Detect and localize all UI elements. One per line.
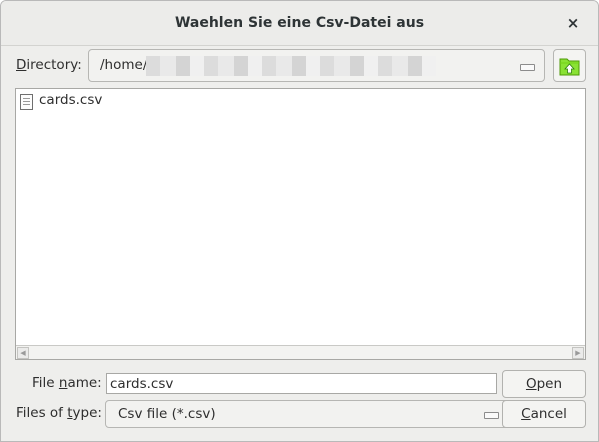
scroll-left-icon[interactable]: ◀ — [17, 347, 29, 359]
combo-handle-icon — [520, 64, 535, 71]
directory-label-text: irectory: — [26, 57, 82, 73]
dialog-title: Waehlen Sie eine Csv-Datei aus — [174, 15, 425, 31]
combo-handle-icon — [484, 412, 499, 419]
files-of-type-label: Files of type: — [16, 405, 102, 421]
open-button-label: pen — [536, 376, 563, 392]
file-name-label-post: ame: — [67, 375, 102, 391]
files-of-type-label-post: ype: — [72, 405, 102, 421]
cancel-button-label: ancel — [530, 406, 567, 422]
title-bar: Waehlen Sie eine Csv-Datei aus × — [1, 1, 598, 46]
files-of-type-combo[interactable]: Csv file (*.csv) — [105, 400, 509, 428]
file-name-input[interactable] — [106, 373, 497, 394]
open-button-mnemonic: O — [525, 376, 537, 392]
folder-up-button[interactable] — [553, 49, 586, 82]
horizontal-scrollbar[interactable]: ◀ ▶ — [16, 345, 585, 359]
redacted-path-blur — [146, 56, 436, 76]
file-chooser-dialog: Waehlen Sie eine Csv-Datei aus × Directo… — [0, 0, 599, 442]
directory-label: Directory: — [16, 57, 82, 73]
close-button[interactable]: × — [562, 12, 584, 34]
document-icon — [20, 94, 33, 110]
file-list[interactable]: cards.csv ◀ ▶ — [15, 88, 586, 360]
open-button[interactable]: Open — [502, 370, 586, 398]
scroll-right-icon[interactable]: ▶ — [572, 347, 584, 359]
files-of-type-value: Csv file (*.csv) — [118, 406, 216, 422]
cancel-button-mnemonic: C — [521, 406, 531, 422]
directory-path: /home/ — [100, 57, 148, 73]
files-of-type-label-pre: Files of — [16, 405, 68, 421]
file-name-label: cards.csv — [39, 92, 103, 108]
directory-label-mnemonic: D — [16, 57, 27, 73]
directory-combo[interactable]: /home/ — [88, 49, 545, 82]
file-name-field-label: File name: — [32, 375, 102, 391]
file-name-label-pre: File — [32, 375, 59, 391]
cancel-button[interactable]: Cancel — [502, 400, 586, 428]
folder-up-icon — [559, 58, 580, 76]
